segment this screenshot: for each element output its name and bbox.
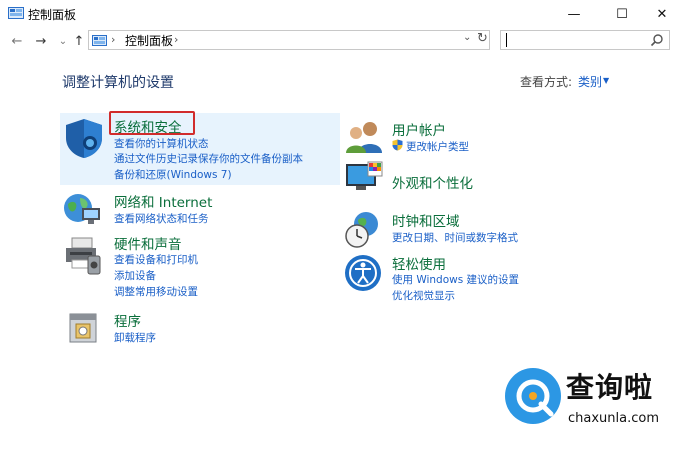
category-appearance-title[interactable]: 外观和个性化 xyxy=(392,172,473,192)
category-hardware-sound-title[interactable]: 硬件和声音 xyxy=(114,233,182,253)
globe-network-icon xyxy=(64,194,100,224)
address-dropdown-button[interactable]: ⌄ xyxy=(463,32,471,43)
text-caret xyxy=(506,33,507,47)
ease-of-access-icon xyxy=(345,255,381,291)
control-panel-icon xyxy=(92,35,107,46)
link-change-date-time-format[interactable]: 更改日期、时间或数字格式 xyxy=(392,230,518,245)
watermark-text: 查询啦 xyxy=(566,371,654,404)
page-title: 调整计算机的设置 xyxy=(62,75,174,91)
search-input[interactable] xyxy=(500,30,670,50)
view-by-select[interactable]: 类别 xyxy=(578,73,602,90)
breadcrumb-separator[interactable]: › xyxy=(174,33,178,46)
breadcrumb-separator[interactable]: › xyxy=(111,33,115,46)
clock-region-icon xyxy=(345,212,378,248)
printer-icon xyxy=(66,237,101,275)
breadcrumb-control-panel[interactable]: 控制面板 xyxy=(125,32,173,49)
forward-button[interactable]: → xyxy=(32,32,50,50)
user-accounts-icon xyxy=(346,122,382,153)
link-uninstall-program[interactable]: 卸载程序 xyxy=(114,330,156,345)
maximize-button[interactable]: ☐ xyxy=(600,0,644,28)
category-clock-region-title[interactable]: 时钟和区域 xyxy=(392,210,460,230)
link-view-computer-status[interactable]: 查看你的计算机状态 xyxy=(114,136,209,151)
uac-shield-icon xyxy=(392,139,403,151)
link-devices-printers[interactable]: 查看设备和打印机 xyxy=(114,252,198,267)
appearance-icon xyxy=(346,161,383,190)
window-title: 控制面板 xyxy=(28,8,77,22)
category-network-internet-title[interactable]: 网络和 Internet xyxy=(114,191,212,211)
link-windows-recommended-settings[interactable]: 使用 Windows 建议的设置 xyxy=(392,272,519,287)
control-panel-icon xyxy=(8,7,24,19)
link-file-history-backup[interactable]: 通过文件历史记录保存你的文件备份副本 xyxy=(114,151,303,166)
watermark-logo-glyph xyxy=(516,379,554,417)
link-optimize-visual-display[interactable]: 优化视觉显示 xyxy=(392,288,455,303)
search-icon[interactable] xyxy=(650,33,664,47)
up-button[interactable]: ↑ xyxy=(70,32,88,50)
link-network-status[interactable]: 查看网络状态和任务 xyxy=(114,211,209,226)
chevron-down-icon[interactable]: ▼ xyxy=(603,76,609,85)
link-add-device[interactable]: 添加设备 xyxy=(114,268,156,283)
programs-icon xyxy=(69,313,97,343)
minimize-button[interactable]: — xyxy=(552,0,596,28)
category-programs-title[interactable]: 程序 xyxy=(114,310,141,330)
category-user-accounts-title[interactable]: 用户帐户 xyxy=(392,119,446,139)
link-change-account-type[interactable]: 更改帐户类型 xyxy=(406,139,469,154)
category-ease-of-access-title[interactable]: 轻松使用 xyxy=(392,253,446,273)
shield-icon xyxy=(66,119,102,158)
view-by-label: 查看方式: xyxy=(520,75,573,89)
link-mobility-settings[interactable]: 调整常用移动设置 xyxy=(114,284,198,299)
link-backup-restore-win7[interactable]: 备份和还原(Windows 7) xyxy=(114,167,232,182)
watermark-url: chaxunla.com xyxy=(568,411,659,426)
red-highlight-box xyxy=(109,111,195,135)
refresh-button[interactable]: ↻ xyxy=(477,31,488,46)
back-button[interactable]: ← xyxy=(8,32,26,50)
close-button[interactable]: ✕ xyxy=(640,0,682,28)
